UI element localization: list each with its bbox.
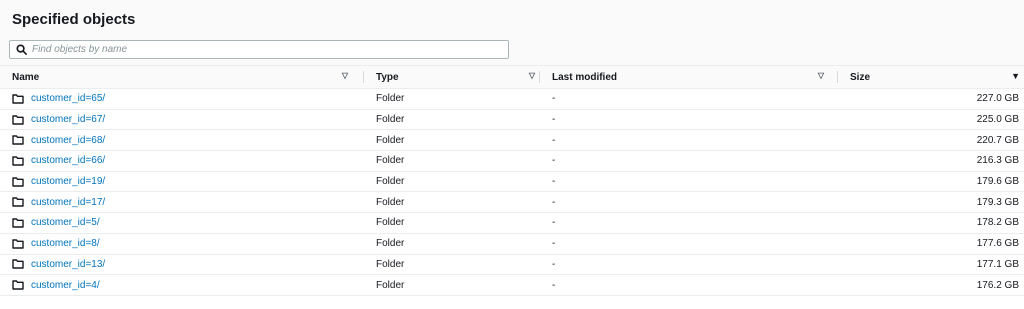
cell-last-modified: - — [540, 233, 838, 255]
folder-icon — [12, 114, 24, 125]
folder-link[interactable]: customer_id=4/ — [31, 280, 100, 291]
cell-name: customer_id=17/ — [0, 191, 364, 214]
cell-type: Folder — [364, 88, 540, 110]
panel-title: Specified objects — [12, 11, 136, 28]
objects-table: Name ▽ Type ▽ Last modified ▽ Size ▼ cus… — [0, 66, 1024, 296]
folder-link[interactable]: customer_id=13/ — [31, 259, 105, 270]
cell-last-modified: - — [540, 254, 838, 276]
cell-size: 179.6 GB — [838, 171, 1024, 193]
table-row[interactable]: customer_id=68/Folder -220.7 GB — [0, 129, 1024, 152]
table-row[interactable]: customer_id=67/Folder -225.0 GB — [0, 109, 1024, 131]
cell-name: customer_id=5/ — [0, 212, 364, 234]
cell-last-modified: - — [540, 129, 838, 152]
cell-size: 220.7 GB — [838, 129, 1024, 152]
folder-icon — [12, 238, 24, 249]
cell-size: 177.1 GB — [838, 254, 1024, 276]
table-row[interactable]: customer_id=5/Folder -178.2 GB — [0, 212, 1024, 234]
cell-type: Folder — [364, 109, 540, 131]
sort-icon[interactable]: ▽ — [529, 71, 535, 80]
cell-type: Folder — [364, 212, 540, 234]
search-icon — [10, 41, 32, 58]
column-header-size[interactable]: Size ▼ — [838, 66, 1024, 89]
cell-name: customer_id=19/ — [0, 171, 364, 193]
column-header-type[interactable]: Type ▽ — [364, 66, 540, 89]
folder-link[interactable]: customer_id=5/ — [31, 217, 100, 228]
table-row[interactable]: customer_id=65/Folder -227.0 GB — [0, 88, 1024, 110]
folder-icon — [12, 197, 24, 207]
cell-size: 216.3 GB — [838, 150, 1024, 172]
cell-name: customer_id=8/ — [0, 233, 364, 255]
cell-name: customer_id=67/ — [0, 109, 364, 131]
table-row[interactable]: customer_id=19/Folder -179.6 GB — [0, 171, 1024, 193]
table-row[interactable]: customer_id=17/Folder -179.3 GB — [0, 191, 1024, 214]
table-row[interactable]: customer_id=13/Folder -177.1 GB — [0, 254, 1024, 276]
cell-type: Folder — [364, 129, 540, 152]
table-row[interactable]: customer_id=8/Folder -177.6 GB — [0, 233, 1024, 255]
table-header-row: Name ▽ Type ▽ Last modified ▽ Size ▼ — [0, 66, 1024, 89]
folder-icon — [12, 259, 24, 270]
cell-last-modified: - — [540, 274, 838, 296]
search-box[interactable] — [9, 40, 509, 59]
cell-size: 225.0 GB — [838, 109, 1024, 131]
cell-size: 176.2 GB — [838, 274, 1024, 296]
folder-icon — [12, 156, 24, 166]
folder-link[interactable]: customer_id=68/ — [31, 135, 105, 146]
folder-icon — [12, 94, 24, 104]
folder-link[interactable]: customer_id=19/ — [31, 176, 105, 187]
cell-size: 178.2 GB — [838, 212, 1024, 234]
cell-last-modified: - — [540, 212, 838, 234]
cell-type: Folder — [364, 150, 540, 172]
cell-name: customer_id=65/ — [0, 88, 364, 110]
cell-size: 177.6 GB — [838, 233, 1024, 255]
search-input[interactable] — [32, 44, 492, 55]
cell-size: 227.0 GB — [838, 88, 1024, 110]
cell-name: customer_id=4/ — [0, 274, 364, 296]
folder-icon — [12, 218, 24, 228]
folder-icon — [12, 135, 24, 145]
cell-type: Folder — [364, 254, 540, 276]
cell-type: Folder — [364, 171, 540, 193]
sort-icon[interactable]: ▽ — [342, 71, 348, 80]
folder-link[interactable]: customer_id=8/ — [31, 238, 100, 249]
cell-type: Folder — [364, 233, 540, 255]
panel-header: Specified objects — [0, 0, 1024, 66]
cell-name: customer_id=68/ — [0, 129, 364, 152]
table-row[interactable]: customer_id=4/Folder -176.2 GB — [0, 274, 1024, 296]
cell-last-modified: - — [540, 109, 838, 131]
cell-last-modified: - — [540, 171, 838, 193]
cell-name: customer_id=66/ — [0, 150, 364, 172]
column-header-name[interactable]: Name ▽ — [0, 66, 364, 89]
folder-icon — [12, 280, 24, 290]
cell-size: 179.3 GB — [838, 191, 1024, 214]
cell-name: customer_id=13/ — [0, 254, 364, 276]
folder-link[interactable]: customer_id=65/ — [31, 93, 105, 104]
cell-type: Folder — [364, 191, 540, 214]
cell-last-modified: - — [540, 191, 838, 214]
sort-icon[interactable]: ▽ — [818, 71, 824, 80]
column-header-last-modified[interactable]: Last modified ▽ — [540, 66, 838, 89]
cell-type: Folder — [364, 274, 540, 296]
folder-link[interactable]: customer_id=17/ — [31, 197, 105, 208]
cell-last-modified: - — [540, 150, 838, 172]
cell-last-modified: - — [540, 88, 838, 110]
table-row[interactable]: customer_id=66/Folder -216.3 GB — [0, 150, 1024, 172]
folder-icon — [12, 176, 24, 187]
folder-link[interactable]: customer_id=67/ — [31, 114, 105, 125]
folder-link[interactable]: customer_id=66/ — [31, 155, 105, 166]
sort-descending-icon[interactable]: ▼ — [1011, 71, 1020, 81]
